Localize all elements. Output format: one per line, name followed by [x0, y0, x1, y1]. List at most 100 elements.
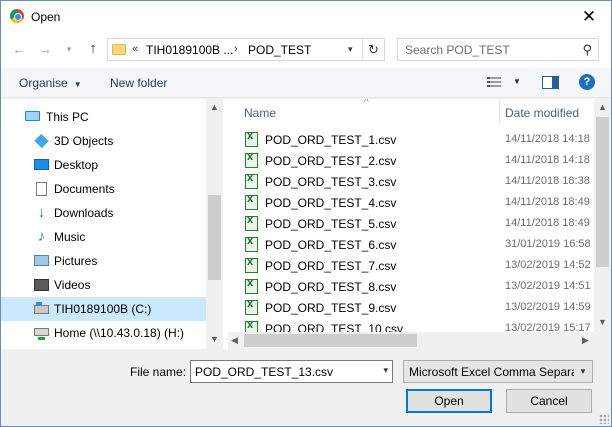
documents-icon [36, 182, 47, 196]
file-row[interactable]: POD_ORD_TEST_1.csv 14/11/2018 14:18 [228, 129, 594, 150]
excel-csv-file-icon [245, 235, 258, 252]
scroll-thumb[interactable] [596, 117, 609, 267]
recent-locations-chevron-icon[interactable]: ▾ [61, 41, 77, 57]
file-type-select[interactable]: Microsoft Excel Comma Separa ▾ [403, 360, 593, 383]
navigation-bar: ← → ▾ ↑ « TIH0189100B ... › POD_TEST ▾ ↻… [1, 32, 611, 68]
file-name-field[interactable]: POD_ORD_TEST_13.csv ▾ [190, 360, 393, 383]
forward-arrow-icon[interactable]: → [37, 41, 53, 57]
sidebar-item-label: Pictures [54, 254, 98, 268]
chrome-icon [10, 9, 24, 23]
file-row[interactable]: POD_ORD_TEST_9.csv 13/02/2019 14:59 [228, 297, 594, 318]
sidebar-item-label: Documents [54, 182, 115, 196]
computer-icon [25, 111, 40, 121]
view-options-icon[interactable] [487, 77, 501, 88]
file-row[interactable]: POD_ORD_TEST_5.csv 14/11/2018 18:49 [228, 213, 594, 234]
sidebar-item-label: This PC [46, 110, 89, 124]
sidebar-item[interactable]: ↓ Downloads [1, 201, 206, 225]
column-header-name[interactable]: Name [244, 106, 276, 120]
scroll-thumb[interactable] [208, 195, 221, 280]
content-area: This PC 3D Objects Desktop Documents ↓ Downlo… [1, 99, 611, 349]
file-date-modified: 14/11/2018 14:18 [505, 154, 590, 166]
pictures-icon [34, 255, 49, 266]
cancel-button[interactable]: Cancel [506, 389, 592, 413]
file-list-horizontal-scrollbar[interactable]: ◀ ▶ [228, 332, 594, 349]
column-divider[interactable] [499, 99, 500, 125]
sidebar-item-label: Home (\\10.43.0.18) (H:) [54, 326, 185, 340]
sidebar-item[interactable]: Home (\\10.43.0.18) (H:) [1, 321, 206, 345]
preview-pane-icon[interactable] [542, 76, 559, 89]
file-date-modified: 31/01/2019 16:58 [505, 238, 591, 250]
file-type-dropdown-icon[interactable]: ▾ [574, 361, 592, 382]
drive-icon [34, 302, 49, 314]
dialog-title: Open [31, 10, 61, 24]
scroll-down-arrow-icon[interactable]: ▼ [210, 334, 219, 344]
file-name: POD_ORD_TEST_2.csv [265, 154, 397, 168]
file-name: POD_ORD_TEST_6.csv [265, 238, 397, 252]
sidebar-item[interactable]: Videos [1, 273, 206, 297]
close-button[interactable]: ✕ [567, 1, 611, 32]
sidebar-item-label: Downloads [54, 206, 114, 220]
sidebar-item[interactable]: Documents [1, 177, 206, 201]
new-folder-button[interactable]: New folder [110, 76, 167, 90]
excel-csv-file-icon [245, 151, 258, 168]
scroll-up-arrow-icon[interactable]: ▲ [210, 102, 219, 112]
search-placeholder: Search POD_TEST [405, 43, 510, 57]
downloads-icon: ↓ [37, 204, 46, 221]
file-row[interactable]: POD_ORD_TEST_2.csv 14/11/2018 14:18 [228, 150, 594, 171]
sidebar-item[interactable]: Pictures [1, 249, 206, 273]
file-name-value[interactable]: POD_ORD_TEST_13.csv [195, 365, 333, 379]
sidebar-item[interactable]: Desktop [1, 153, 206, 177]
file-row[interactable]: POD_ORD_TEST_8.csv 13/02/2019 14:51 [228, 276, 594, 297]
sidebar-item[interactable]: TIH0189100B (C:) [1, 297, 206, 321]
desktop-icon [34, 159, 49, 170]
file-name: POD_ORD_TEST_9.csv [265, 301, 397, 315]
address-bar[interactable]: « TIH0189100B ... › POD_TEST ▾ [107, 38, 363, 61]
navigation-pane-scrollbar[interactable]: ▲ ▼ [206, 99, 223, 349]
help-icon[interactable]: ? [579, 74, 595, 90]
file-row[interactable]: POD_ORD_TEST_6.csv 31/01/2019 16:58 [228, 234, 594, 255]
file-row[interactable]: POD_ORD_TEST_3.csv 14/11/2018 18:38 [228, 171, 594, 192]
scroll-down-arrow-icon[interactable]: ▼ [598, 317, 607, 327]
address-overflow-icon[interactable]: « [132, 43, 138, 55]
open-button[interactable]: Open [406, 389, 492, 413]
view-options-caret-icon[interactable]: ▼ [513, 77, 521, 86]
file-row[interactable]: POD_ORD_TEST_7.csv 13/02/2019 14:52 [228, 255, 594, 276]
organise-menu-button[interactable]: Organise ▼ [19, 76, 82, 90]
sidebar-item[interactable]: ♪ Music [1, 225, 206, 249]
open-file-dialog: Open ✕ ← → ▾ ↑ « TIH0189100B ... › POD_T… [0, 0, 612, 427]
refresh-button[interactable]: ↻ [363, 38, 385, 61]
file-list-vertical-scrollbar[interactable]: ▲ ▼ [594, 99, 611, 332]
breadcrumb-separator-icon[interactable]: › [234, 43, 238, 55]
videos-icon [34, 279, 49, 291]
scrollbar-corner [594, 332, 611, 349]
scroll-up-arrow-icon[interactable]: ▲ [598, 102, 607, 112]
organise-label: Organise [19, 76, 68, 90]
up-arrow-icon[interactable]: ↑ [85, 41, 101, 57]
file-name-dropdown-icon[interactable]: ▾ [383, 365, 388, 376]
file-row[interactable]: POD_ORD_TEST_4.csv 14/11/2018 18:49 [228, 192, 594, 213]
scroll-left-arrow-icon[interactable]: ◀ [231, 335, 238, 346]
search-input[interactable]: Search POD_TEST ⚲ [397, 38, 599, 61]
sidebar-item[interactable]: 3D Objects [1, 129, 206, 153]
scroll-right-arrow-icon[interactable]: ▶ [582, 335, 589, 346]
scroll-thumb[interactable] [244, 334, 417, 347]
3d-objects-icon [34, 133, 49, 149]
file-name: POD_ORD_TEST_5.csv [265, 217, 397, 231]
breadcrumb-segment-drive[interactable]: TIH0189100B ... [146, 43, 233, 57]
folder-icon [112, 44, 126, 55]
column-header-date-modified[interactable]: Date modified [505, 106, 579, 120]
file-type-value[interactable]: Microsoft Excel Comma Separa [409, 365, 578, 379]
sidebar-item[interactable]: This PC [1, 105, 206, 129]
file-name: POD_ORD_TEST_3.csv [265, 175, 397, 189]
file-date-modified: 14/11/2018 18:49 [505, 196, 590, 208]
breadcrumb-segment-folder[interactable]: POD_TEST [248, 43, 311, 57]
back-arrow-icon[interactable]: ← [11, 41, 27, 57]
resize-grip-icon[interactable] [599, 414, 609, 424]
address-dropdown-icon[interactable]: ▾ [348, 44, 353, 55]
excel-csv-file-icon [245, 256, 258, 273]
title-bar: Open ✕ [1, 1, 611, 32]
file-date-modified: 13/02/2019 14:59 [505, 301, 591, 313]
search-icon[interactable]: ⚲ [582, 42, 592, 58]
excel-csv-file-icon [245, 130, 258, 147]
organise-caret-icon: ▼ [73, 80, 82, 89]
